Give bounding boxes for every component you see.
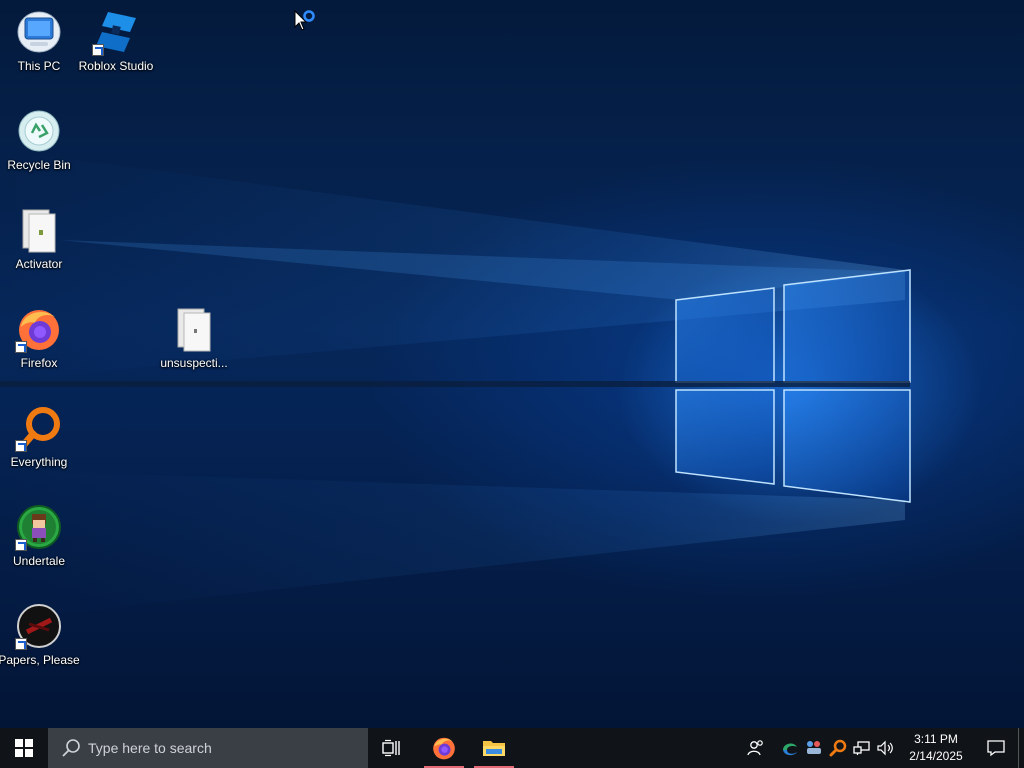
desktop[interactable]: This PC Roblox Studio Recycle Bin Activa… [0,0,1024,728]
taskbar-clock[interactable]: 3:11 PM 2/14/2025 [898,728,974,768]
taskbar-firefox-button[interactable] [420,728,468,768]
desktop-icon-label: Papers, Please [0,653,80,667]
action-center-button[interactable] [974,728,1018,768]
everything-search-icon [15,404,63,452]
desktop-icon-label: Everything [10,455,68,469]
desktop-icon-label: Roblox Studio [78,59,154,73]
people-button[interactable] [744,728,768,768]
show-desktop-button[interactable] [1018,728,1024,768]
desktop-icon-label: unsuspecti... [160,356,228,370]
notification-icon [987,740,1005,757]
file-icon [170,305,218,353]
desktop-icon-label: Activator [15,257,63,271]
shortcut-arrow-icon [15,440,27,452]
taskbar-search-box[interactable]: Type here to search [48,728,368,768]
task-view-button[interactable] [368,728,416,768]
edge-update-icon [783,743,797,756]
tray-everything[interactable] [826,728,850,768]
network-users-icon [807,741,821,754]
roblox-studio-icon [92,8,140,56]
this-pc-icon [15,8,63,56]
windows-logo-icon [15,739,33,757]
papers-please-icon [15,602,63,650]
busy-cursor-icon [294,10,315,31]
desktop-icon-unsuspecting-file[interactable]: unsuspecti... [155,301,233,393]
volume-icon [877,740,893,756]
desktop-icon-activator[interactable]: Activator [0,202,78,294]
desktop-icon-papers-please[interactable]: Papers, Please [0,598,80,690]
desktop-icon-firefox[interactable]: Firefox [0,301,78,393]
system-tray: 3:11 PM 2/14/2025 [744,728,1024,768]
taskbar-file-explorer-button[interactable] [470,728,518,768]
firefox-icon [433,737,455,760]
wallpaper-windows-logo [0,150,911,620]
start-button[interactable] [0,728,48,768]
desktop-icon-label: Recycle Bin [7,158,71,172]
undertale-icon [15,503,63,551]
search-icon [62,739,80,757]
task-view-icon [382,739,400,757]
desktop-icon-label: Firefox [20,356,58,370]
firefox-icon [15,305,63,353]
taskbar: Type here to search 3:11 PM 2/14/2025 [0,728,1024,768]
everything-search-icon [829,739,847,757]
recycle-bin-icon [15,107,63,155]
desktop-icon-label: Undertale [12,554,66,568]
shortcut-arrow-icon [92,44,104,56]
file-icon [15,206,63,254]
clock-date: 2/14/2025 [909,749,963,763]
desktop-icon-this-pc[interactable]: This PC [0,4,78,96]
clock-time: 3:11 PM [914,732,958,746]
network-icon [853,741,870,755]
desktop-icon-undertale[interactable]: Undertale [0,499,78,591]
search-placeholder: Type here to search [88,740,212,756]
desktop-icon-roblox-studio[interactable]: Roblox Studio [77,4,155,96]
shortcut-arrow-icon [15,638,27,650]
shortcut-arrow-icon [15,539,27,551]
tray-edge-update[interactable] [778,728,802,768]
people-icon [747,740,763,756]
shortcut-arrow-icon [15,341,27,353]
tray-network-users[interactable] [802,728,826,768]
tray-volume[interactable] [874,728,898,768]
desktop-icon-recycle-bin[interactable]: Recycle Bin [0,103,78,195]
desktop-icon-label: This PC [17,59,61,73]
folder-icon [483,741,505,756]
tray-network[interactable] [850,728,874,768]
desktop-icon-everything[interactable]: Everything [0,400,78,492]
